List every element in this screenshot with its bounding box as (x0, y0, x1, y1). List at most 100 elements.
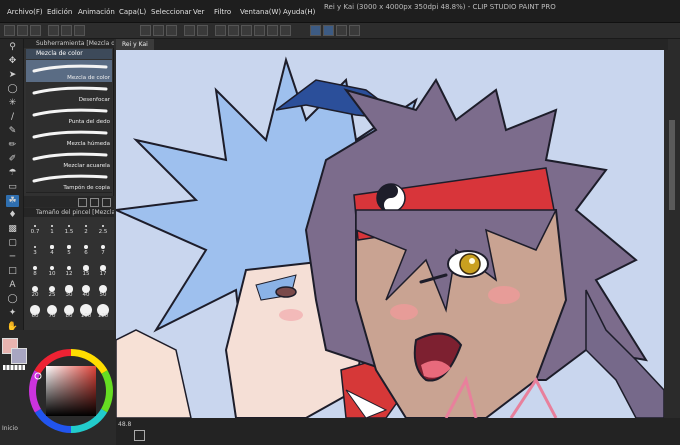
sub-tool-footer (24, 196, 114, 207)
airbrush-icon[interactable]: ☂ (6, 167, 19, 179)
scroll-thumb[interactable] (669, 120, 675, 210)
brush-size-preset[interactable]: 30 (62, 283, 76, 298)
magic-wand-icon[interactable]: ✳ (6, 97, 19, 109)
brush-size-preset[interactable]: 8 (28, 262, 42, 277)
grid-snap-icon[interactable] (349, 25, 360, 36)
invert-selection-icon[interactable] (241, 25, 252, 36)
sub-tool-tab[interactable]: Subherramienta [Mezcla de color] (24, 39, 114, 48)
brush-size-preset[interactable]: 0.7 (28, 220, 42, 235)
blend-tool-icon[interactable]: ☘ (6, 195, 19, 207)
eyedropper-icon[interactable]: ∕ (6, 111, 19, 123)
zoom-icon[interactable]: ⚲ (6, 41, 19, 53)
brush-size-preset[interactable]: 17 (96, 262, 110, 277)
lasso-icon[interactable]: ◯ (6, 83, 19, 95)
status-bar: 48.8 (116, 418, 680, 445)
clear-outside-icon[interactable] (267, 25, 278, 36)
menu-item[interactable]: Capa(L) (119, 8, 146, 16)
fill-icon[interactable] (153, 25, 164, 36)
document-tab[interactable]: Rei y Kai (116, 39, 154, 50)
menu-item[interactable]: Ver (193, 8, 204, 16)
brush-size-preset[interactable]: 2.5 (96, 220, 110, 235)
brush-size-preset[interactable]: 12 (62, 262, 76, 277)
menu-item[interactable]: Ayuda(H) (283, 8, 315, 16)
pen-pressure-icon[interactable] (336, 25, 347, 36)
open-file-icon[interactable] (17, 25, 28, 36)
special-ruler-snap-icon[interactable] (323, 25, 334, 36)
save-icon[interactable] (30, 25, 41, 36)
brush-icon[interactable]: ✐ (6, 153, 19, 165)
vertical-scrollbar[interactable] (664, 50, 680, 418)
zoom-value[interactable]: 48.8 (118, 421, 131, 428)
sub-tool-group-header[interactable]: Mezcla de color (26, 49, 112, 59)
sub-tool-item[interactable]: Mezclar acuarela (26, 148, 112, 171)
sub-tool-item[interactable]: Punta del dedo (26, 104, 112, 127)
redo-icon[interactable] (197, 25, 208, 36)
brush-size-preset[interactable]: 2 (79, 220, 93, 235)
brush-size-preset[interactable]: 100 (79, 304, 93, 319)
settings-icon[interactable] (74, 25, 85, 36)
delete-sub-tool-icon[interactable] (102, 198, 111, 207)
brush-size-preset[interactable]: 80 (62, 304, 76, 319)
ruler-snap-icon[interactable] (310, 25, 321, 36)
fill-bucket-icon[interactable]: ♦ (6, 209, 19, 221)
undo-icon[interactable] (184, 25, 195, 36)
text-icon[interactable]: A (6, 279, 19, 291)
brush-size-preset[interactable]: 60 (28, 304, 42, 319)
menu-item[interactable]: Animación (78, 8, 115, 16)
balloon-icon[interactable]: ◯ (6, 293, 19, 305)
fit-view-icon[interactable] (134, 430, 145, 441)
transform-icon[interactable] (166, 25, 177, 36)
brush-size-preset[interactable]: 10 (45, 262, 59, 277)
brush-size-preset[interactable]: 6 (79, 241, 93, 256)
brush-size-preset[interactable]: 5 (62, 241, 76, 256)
sub-color-swatch[interactable] (11, 348, 27, 364)
brush-size-preset[interactable]: 1.5 (62, 220, 76, 235)
select-all-icon[interactable] (228, 25, 239, 36)
cloud-icon[interactable] (48, 25, 59, 36)
menu-item[interactable]: Archivo(F) (7, 8, 43, 16)
brush-size-dot-icon (83, 265, 89, 271)
menu-item[interactable]: Filtro (214, 8, 231, 16)
transfer-icon[interactable] (61, 25, 72, 36)
copy-sub-tool-icon[interactable] (90, 198, 99, 207)
snap-icon[interactable] (280, 25, 291, 36)
menu-item[interactable]: Seleccionar (151, 8, 192, 16)
brush-size-preset[interactable]: 40 (79, 283, 93, 298)
brush-size-preset[interactable]: 1 (45, 220, 59, 235)
pen-icon[interactable]: ✎ (6, 125, 19, 137)
brush-size-preset[interactable]: 120 (96, 304, 110, 319)
menu-item[interactable]: Ventana(W) (240, 8, 281, 16)
sub-tool-item[interactable]: Mezcla de color (26, 60, 112, 83)
sub-tool-item[interactable]: Desenfocar (26, 82, 112, 105)
brush-size-preset[interactable]: 4 (45, 241, 59, 256)
correct-line-icon[interactable]: ✦ (6, 307, 19, 319)
crop-icon[interactable] (254, 25, 265, 36)
pencil-icon[interactable]: ✏ (6, 139, 19, 151)
new-file-icon[interactable] (4, 25, 15, 36)
color-wheel[interactable] (28, 348, 114, 434)
figure-icon[interactable]: ▢ (6, 237, 19, 249)
brush-size-preset[interactable]: 50 (96, 283, 110, 298)
brush-size-preset[interactable]: 20 (28, 283, 42, 298)
move-icon[interactable]: ✥ (6, 55, 19, 67)
sub-tool-item[interactable]: Mezcla húmeda (26, 126, 112, 149)
object-icon[interactable]: ➤ (6, 69, 19, 81)
brush-size-preset[interactable]: 3 (28, 241, 42, 256)
brush-size-label: 25 (48, 292, 56, 298)
transparent-color-icon[interactable] (3, 365, 25, 370)
new-sub-tool-icon[interactable] (78, 198, 87, 207)
deselect-icon[interactable] (215, 25, 226, 36)
clear-layer-icon[interactable] (140, 25, 151, 36)
brush-size-preset[interactable]: 15 (79, 262, 93, 277)
gradient-icon[interactable]: ▩ (6, 223, 19, 235)
ruler-icon[interactable]: ─ (6, 251, 19, 263)
menu-item[interactable]: Edición (47, 8, 72, 16)
brush-size-preset[interactable]: 7 (96, 241, 110, 256)
drawing-canvas[interactable] (116, 50, 664, 418)
eraser-icon[interactable]: ▭ (6, 181, 19, 193)
sub-tool-item[interactable]: Tampón de copia (26, 170, 112, 193)
frame-icon[interactable]: □ (6, 265, 19, 277)
brush-size-preset[interactable]: 70 (45, 304, 59, 319)
brush-size-tab[interactable]: Tamaño del pincel [Mezcla de color] (24, 208, 114, 217)
brush-size-preset[interactable]: 25 (45, 283, 59, 298)
